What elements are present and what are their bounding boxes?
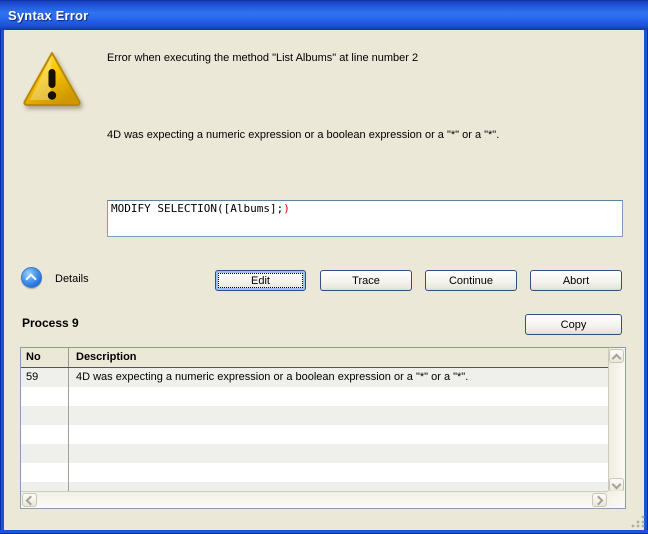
titlebar[interactable]: Syntax Error: [0, 0, 648, 30]
table-row[interactable]: [21, 406, 608, 425]
cell-description: [69, 425, 608, 444]
code-error-char: ): [283, 202, 290, 215]
table-body: 59 4D was expecting a numeric expression…: [21, 368, 608, 493]
table-row[interactable]: 59 4D was expecting a numeric expression…: [21, 368, 608, 387]
edit-button[interactable]: Edit: [215, 270, 306, 291]
scrollbar-corner: [608, 491, 625, 508]
cell-description: [69, 387, 608, 406]
cell-no: [21, 444, 69, 463]
table-header: No Description: [21, 348, 608, 368]
chevron-up-icon: [612, 354, 622, 364]
scroll-up-button[interactable]: [609, 349, 624, 363]
cell-description: [69, 406, 608, 425]
copy-button[interactable]: Copy: [525, 314, 622, 335]
trace-button[interactable]: Trace: [320, 270, 412, 291]
abort-button[interactable]: Abort: [530, 270, 622, 291]
details-toggle-button[interactable]: [21, 267, 42, 288]
cell-no: [21, 406, 69, 425]
chevron-left-icon: [26, 496, 36, 506]
scroll-right-button[interactable]: [592, 493, 607, 507]
resize-grip[interactable]: [630, 514, 646, 528]
cell-no: [21, 387, 69, 406]
continue-button[interactable]: Continue: [425, 270, 517, 291]
cell-no: 59: [21, 368, 69, 387]
error-message: Error when executing the method "List Al…: [107, 52, 627, 65]
vertical-scrollbar[interactable]: [608, 348, 625, 493]
chevron-down-icon: [612, 480, 622, 490]
error-code-box[interactable]: MODIFY SELECTION([Albums];): [107, 200, 623, 237]
process-label: Process 9: [22, 316, 79, 330]
column-header-no[interactable]: No: [21, 348, 69, 367]
column-header-description[interactable]: Description: [69, 348, 608, 367]
chevron-right-icon: [594, 496, 604, 506]
scroll-down-button[interactable]: [609, 478, 624, 492]
error-list-table: No Description 59 4D was expecting a num…: [20, 347, 626, 509]
syntax-error-dialog: Syntax Error Error when executing the m: [0, 0, 648, 534]
table-row[interactable]: [21, 387, 608, 406]
chevron-up-icon: [25, 273, 36, 284]
scroll-left-button[interactable]: [22, 493, 37, 507]
warning-icon: [20, 48, 84, 112]
horizontal-scrollbar[interactable]: [21, 491, 608, 508]
window-border-right: [644, 30, 648, 530]
cell-description: [69, 463, 608, 482]
dialog-body: Error when executing the method "List Al…: [4, 30, 644, 530]
window-border-bottom: [0, 530, 648, 534]
cell-description: 4D was expecting a numeric expression or…: [69, 368, 608, 387]
table-row[interactable]: [21, 425, 608, 444]
cell-description: [69, 444, 608, 463]
table-row[interactable]: [21, 463, 608, 482]
table-row[interactable]: [21, 444, 608, 463]
code-text: MODIFY SELECTION([Albums];: [111, 202, 283, 215]
error-detail-message: 4D was expecting a numeric expression or…: [107, 129, 627, 142]
cell-no: [21, 425, 69, 444]
cell-no: [21, 463, 69, 482]
details-label: Details: [55, 273, 89, 285]
window-title: Syntax Error: [8, 8, 88, 23]
